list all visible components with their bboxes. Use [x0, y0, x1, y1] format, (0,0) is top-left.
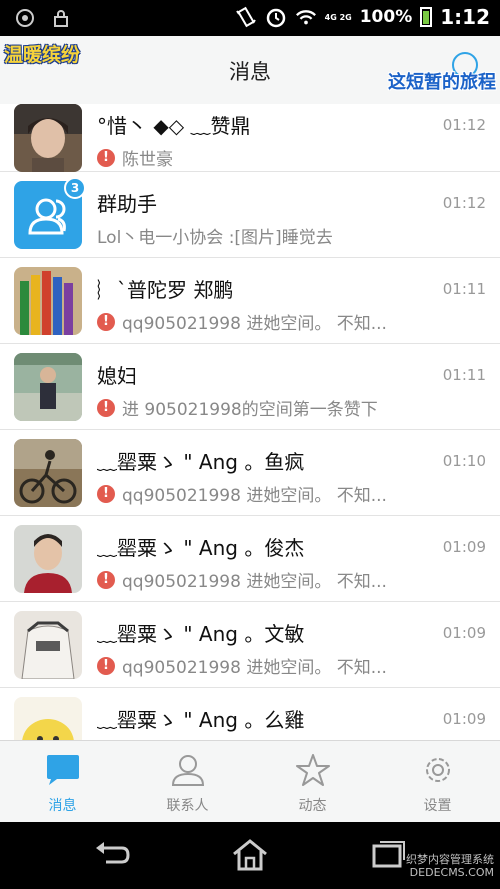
preview-text: qq905021998 进她空间。 不知...: [122, 486, 387, 506]
vibrate-icon: [235, 6, 257, 28]
list-item[interactable]: ﹏罂粟ゝ " Ang 。鱼疯 01:10 ! qq905021998 进她空间。…: [0, 430, 500, 516]
conversation-time: 01:12: [442, 116, 486, 134]
gear-icon: [425, 758, 450, 782]
status-bar: 4G 2G 100% 1:12: [0, 0, 500, 36]
warning-icon: !: [97, 570, 115, 589]
conversation-preview: ! 陈世豪: [97, 145, 420, 170]
tab-label: 设置: [423, 798, 452, 814]
list-item[interactable]: °惜丶 ◆◇ ﹏赞鼎 01:12 ! 陈世豪: [0, 104, 500, 172]
contacts-icon: [171, 755, 204, 786]
conversation-time: 01:10: [442, 452, 486, 470]
unread-badge: 3: [64, 177, 86, 199]
network-type: 4G 2G: [324, 12, 352, 22]
warning-icon: !: [97, 484, 115, 503]
avatar: [14, 611, 82, 679]
conversation-time: 01:09: [442, 710, 486, 728]
battery-icon: [420, 7, 433, 27]
warning-icon: !: [97, 398, 115, 417]
conversation-name: 媳妇: [97, 364, 137, 388]
preview-text: 进 905021998的空间第一条赞下: [122, 400, 378, 420]
preview-text: 陈世豪: [122, 150, 173, 170]
list-item[interactable]: 媳妇 01:11 ! 进 905021998的空间第一条赞下: [0, 344, 500, 430]
conversation-name: ﹏罂粟ゝ " Ang 。文敏: [97, 622, 305, 646]
conversation-preview: ! 进 905021998的空间第一条赞下: [97, 395, 420, 420]
avatar: [14, 353, 82, 421]
star-icon: [295, 754, 330, 786]
conversation-preview: ! qq905021998 进她空间。 不知...: [97, 481, 420, 506]
conversation-name: ﹏罂粟ゝ " Ang 。俊杰: [97, 536, 305, 560]
tab-feeds[interactable]: 动态: [250, 741, 375, 822]
tab-settings[interactable]: 设置: [375, 741, 500, 822]
hotspot-icon: [14, 7, 36, 29]
preview-text: qq905021998 进她空间。 不知...: [122, 572, 387, 592]
conversation-list[interactable]: °惜丶 ◆◇ ﹏赞鼎 01:12 ! 陈世豪 3 群助手 01:12 Lol丶电…: [0, 104, 500, 740]
back-icon[interactable]: [92, 838, 132, 872]
conversation-time: 01:11: [442, 280, 486, 298]
system-nav-bar: 织梦内容管理系统 DEDECMS.COM: [0, 822, 500, 889]
battery-percent: 100%: [359, 7, 413, 27]
conversation-name: °惜丶 ◆◇ ﹏赞鼎: [97, 114, 251, 138]
list-item[interactable]: ﹏罂粟ゝ " Ang 。俊杰 01:09 ! qq905021998 进她空间。…: [0, 516, 500, 602]
list-item[interactable]: ﹏罂粟ゝ " Ang 。么雞 01:09: [0, 688, 500, 740]
conversation-name: ﹏罂粟ゝ " Ang 。鱼疯: [97, 450, 305, 474]
conversation-preview: Lol丶电一小协会 :[图片]睡觉去: [97, 223, 420, 248]
preview-text: qq905021998 进她空间。 不知...: [122, 314, 387, 334]
avatar: [14, 697, 82, 740]
conversation-time: 01:12: [442, 194, 486, 212]
tab-label: 联系人: [166, 798, 209, 814]
warning-icon: !: [97, 656, 115, 675]
conversation-name: 群助手: [97, 192, 157, 216]
conversation-preview: ! qq905021998 进她空间。 不知...: [97, 653, 420, 678]
conversation-time: 01:11: [442, 366, 486, 384]
warning-icon: !: [97, 148, 115, 167]
conversation-time: 01:09: [442, 624, 486, 642]
avatar: [14, 267, 82, 335]
recent-apps-icon[interactable]: [368, 838, 408, 872]
warning-icon: !: [97, 312, 115, 331]
alarm-icon: [265, 6, 287, 28]
list-item[interactable]: ﹏罂粟ゝ " Ang 。文敏 01:09 ! qq905021998 进她空间。…: [0, 602, 500, 688]
tab-label: 动态: [298, 798, 327, 814]
bottom-tab-bar: 消息 联系人 动态 设置: [0, 740, 500, 822]
watermark-right: 这短暂的旅程: [388, 72, 496, 93]
avatar: [14, 104, 82, 172]
tab-messages[interactable]: 消息: [0, 741, 125, 822]
avatar: [14, 525, 82, 593]
list-item[interactable]: 3 群助手 01:12 Lol丶电一小协会 :[图片]睡觉去: [0, 172, 500, 258]
list-item[interactable]: ︴`普陀罗 郑鹏 01:11 ! qq905021998 进她空间。 不知...: [0, 258, 500, 344]
avatar: 3: [14, 177, 86, 249]
preview-text: qq905021998 进她空间。 不知...: [122, 658, 387, 678]
conversation-name: ﹏罂粟ゝ " Ang 。么雞: [97, 708, 305, 732]
watermark-bottom: 织梦内容管理系统 DEDECMS.COM: [406, 853, 494, 879]
home-icon[interactable]: [230, 838, 270, 872]
message-icon: [46, 755, 79, 785]
conversation-name: ︴`普陀罗 郑鹏: [97, 278, 234, 302]
conversation-preview: ! qq905021998 进她空间。 不知...: [97, 567, 420, 592]
avatar: [14, 439, 82, 507]
lock-icon: [50, 7, 72, 29]
tab-contacts[interactable]: 联系人: [125, 741, 250, 822]
wifi-icon: [295, 6, 317, 28]
clock: 1:12: [440, 5, 490, 29]
app-header: 温暖缤纷 消息 这短暂的旅程: [0, 36, 500, 104]
conversation-preview: ! qq905021998 进她空间。 不知...: [97, 309, 420, 334]
preview-text: Lol丶电一小协会 :[图片]睡觉去: [97, 228, 333, 248]
conversation-time: 01:09: [442, 538, 486, 556]
tab-label: 消息: [48, 798, 77, 814]
